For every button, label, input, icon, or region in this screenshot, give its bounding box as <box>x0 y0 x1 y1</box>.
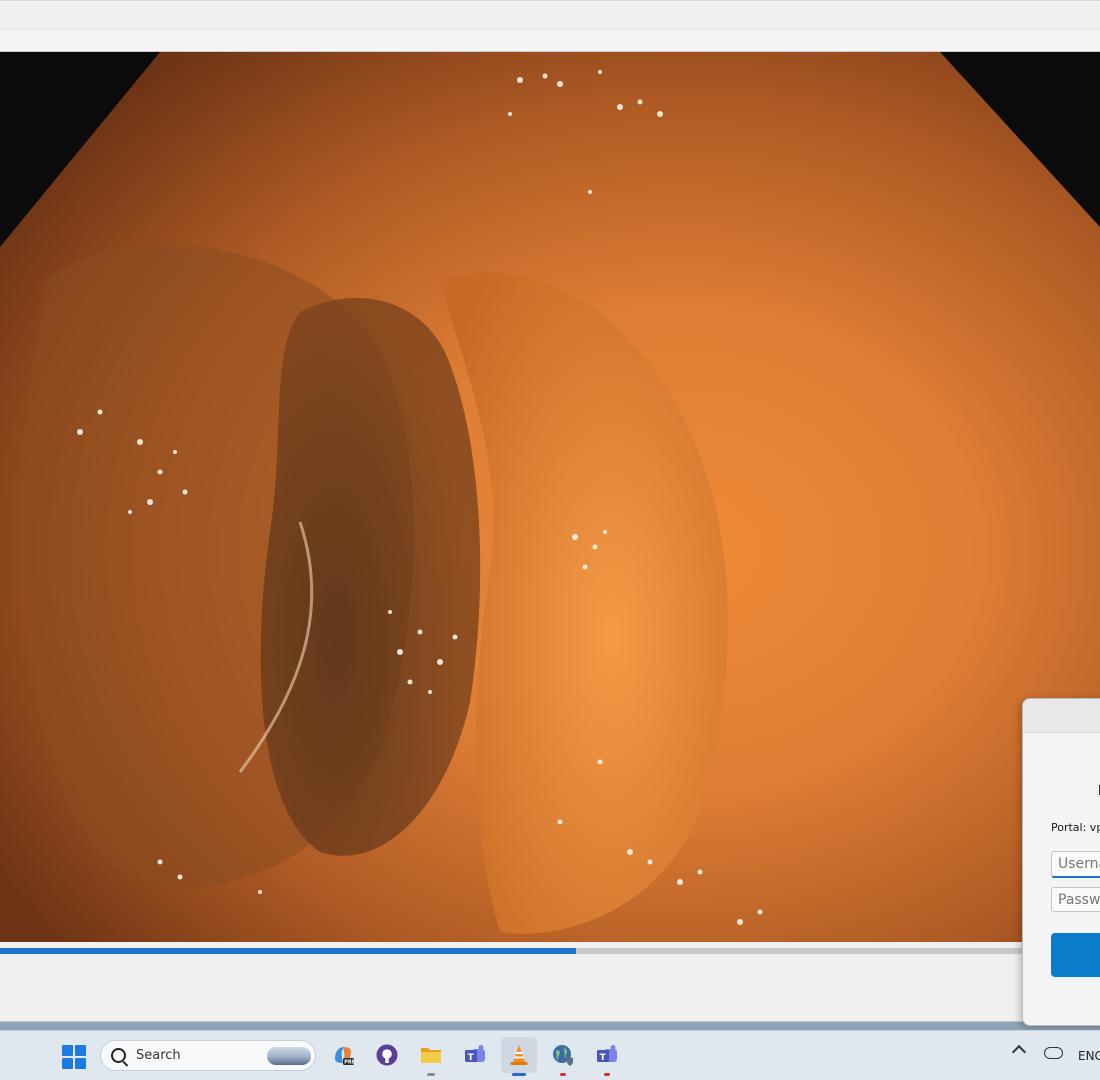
folder-icon <box>421 1048 441 1063</box>
endoscopy-image <box>0 52 1100 942</box>
taskbar-app-github[interactable] <box>369 1037 405 1073</box>
chevron-up-icon[interactable] <box>1011 1044 1027 1060</box>
taskbar-app-file-explorer[interactable] <box>413 1037 449 1076</box>
seek-bar[interactable] <box>0 942 1100 958</box>
connect-button[interactable] <box>1051 933 1100 977</box>
active-indicator <box>512 1073 526 1076</box>
password-field[interactable] <box>1051 887 1100 912</box>
copilot-icon: PRE <box>335 1047 355 1066</box>
taskbar-app-copilot[interactable]: PRE <box>325 1037 361 1073</box>
search-highlight-image <box>267 1047 311 1065</box>
search-placeholder: Search <box>136 1048 181 1063</box>
username-field[interactable] <box>1051 851 1100 878</box>
alert-indicator <box>604 1073 610 1076</box>
desktop-wallpaper <box>0 1022 1100 1030</box>
player-menu-bar <box>0 30 1100 52</box>
vlc-cone-icon <box>510 1045 528 1065</box>
player-controls-bar <box>0 958 1100 1022</box>
portal-label: Portal: vp <box>1051 821 1100 834</box>
alert-indicator <box>560 1073 566 1076</box>
globe-shield-icon <box>553 1045 573 1066</box>
taskbar: Search PRE T T ENG <box>0 1030 1100 1080</box>
svg-text:T: T <box>468 1053 475 1063</box>
taskbar-app-vpn-globe[interactable] <box>545 1037 581 1076</box>
windows-start-icon[interactable] <box>62 1045 86 1069</box>
input-language-indicator[interactable]: ENG <box>1078 1049 1100 1063</box>
svg-text:PRE: PRE <box>344 1060 355 1066</box>
teams-icon: T <box>597 1045 617 1063</box>
dialog-title-bar[interactable] <box>1023 699 1100 733</box>
taskbar-search-box[interactable]: Search <box>100 1040 316 1071</box>
onedrive-cloud-icon[interactable] <box>1044 1047 1063 1059</box>
taskbar-app-teams-work[interactable]: T <box>589 1037 625 1076</box>
seek-track[interactable] <box>0 948 1100 954</box>
teams-icon: T <box>465 1045 485 1063</box>
svg-text:T: T <box>600 1053 607 1063</box>
search-icon <box>111 1048 126 1063</box>
player-title-bar[interactable] <box>0 0 1100 30</box>
github-icon <box>376 1044 398 1066</box>
taskbar-app-vlc[interactable] <box>501 1037 537 1076</box>
taskbar-app-teams[interactable]: T <box>457 1037 493 1073</box>
seek-progress <box>0 948 577 954</box>
video-frame[interactable] <box>0 52 1100 942</box>
running-indicator <box>427 1073 435 1076</box>
vpn-login-dialog: Portal: vp <box>1022 698 1100 1026</box>
